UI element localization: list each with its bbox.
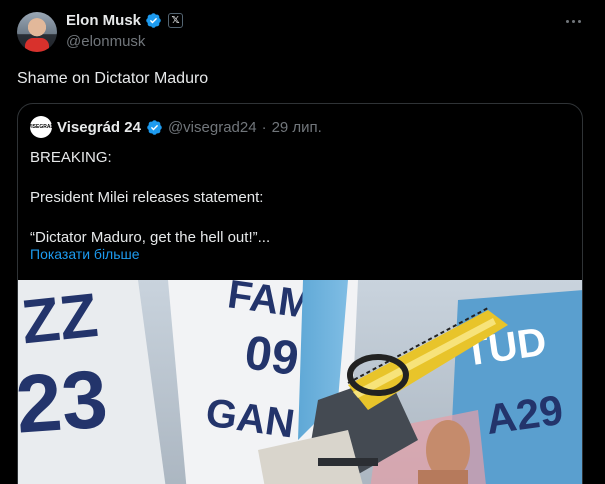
avatar-shirt [25, 38, 49, 52]
quoted-line: BREAKING: [30, 149, 112, 166]
tweet[interactable]: Elon Musk 𝕏 @elonmusk Shame on Dictator … [0, 0, 605, 484]
quoted-avatar-logo: VISEGRAD [27, 124, 55, 130]
separator-dot: · [261, 118, 267, 136]
quoted-avatar[interactable]: VISEGRAD [27, 116, 55, 138]
author-name[interactable]: Elon Musk [66, 12, 141, 29]
quoted-line: President Milei releases statement: [30, 189, 264, 206]
author-handle[interactable]: @elonmusk [66, 33, 145, 50]
show-more-link[interactable]: Показати більше [30, 246, 140, 262]
quoted-media-image[interactable]: ZZ 23 FAM 09 GAN TUD A29 [18, 280, 582, 484]
quoted-author-handle[interactable]: @visegrad24 [168, 119, 257, 136]
more-dot [565, 19, 569, 23]
more-options-icon[interactable] [563, 14, 583, 28]
quoted-text: BREAKING: President Milei releases state… [30, 148, 570, 248]
svg-text:23: 23 [18, 354, 110, 451]
more-dot [577, 19, 581, 23]
tweet-text: Shame on Dictator Maduro [17, 70, 209, 87]
x-affiliate-badge-icon: 𝕏 [168, 13, 184, 28]
quoted-author-name[interactable]: Visegrád 24 [57, 119, 141, 136]
author-line: Elon Musk 𝕏 [66, 12, 184, 29]
quoted-author-line: VISEGRAD Visegrád 24 @visegrad24 · 29 ли… [27, 116, 322, 138]
author-avatar[interactable] [17, 12, 57, 52]
chainsaw-protest-photo: ZZ 23 FAM 09 GAN TUD A29 [18, 280, 582, 484]
verified-badge-icon [146, 13, 161, 28]
quoted-tweet[interactable]: VISEGRAD Visegrád 24 @visegrad24 · 29 ли… [17, 103, 583, 484]
verified-badge-icon [147, 119, 162, 135]
quoted-date[interactable]: 29 лип. [272, 119, 322, 136]
quoted-line: “Dictator Maduro, get the hell out!”... [30, 229, 271, 246]
more-dot [571, 19, 575, 23]
svg-text:ZZ: ZZ [18, 281, 101, 358]
svg-text:09: 09 [242, 326, 302, 386]
